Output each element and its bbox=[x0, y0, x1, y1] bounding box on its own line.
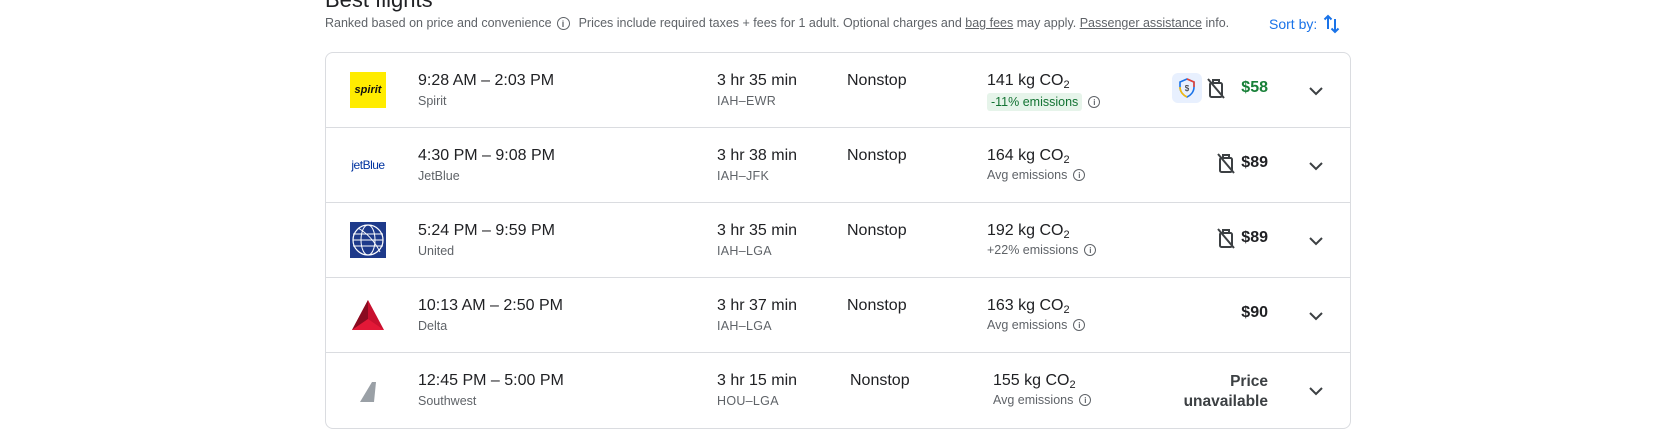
co2-amount: 141 kg CO2 bbox=[987, 72, 1070, 91]
flight-duration: 3 hr 35 min bbox=[717, 72, 798, 89]
flight-stops: Nonstop bbox=[847, 222, 907, 239]
no-carry-on-bag-icon bbox=[1207, 78, 1225, 99]
flight-times: 12:45 PM – 5:00 PM bbox=[418, 372, 564, 389]
co2-amount: 164 kg CO2 bbox=[987, 147, 1070, 166]
spirit-logo: spirit bbox=[350, 72, 386, 108]
flight-route: IAH–LGA bbox=[717, 319, 772, 333]
flight-duration: 3 hr 38 min bbox=[717, 147, 798, 164]
no-carry-on-bag-icon bbox=[1217, 153, 1235, 174]
flight-stops: Nonstop bbox=[847, 72, 907, 89]
may-apply-text: may apply. bbox=[1016, 16, 1077, 30]
flight-duration: 3 hr 37 min bbox=[717, 297, 798, 314]
sort-by-button[interactable]: Sort by: bbox=[1269, 14, 1341, 34]
emissions-label: Avg emissions i bbox=[987, 318, 1086, 332]
passenger-assistance-link[interactable]: Passenger assistance bbox=[1080, 16, 1202, 30]
emissions-label: Avg emissions i bbox=[993, 393, 1092, 407]
airline-name: JetBlue bbox=[418, 169, 460, 183]
flight-times: 4:30 PM – 9:08 PM bbox=[418, 147, 555, 164]
expand-chevron-icon[interactable] bbox=[1304, 229, 1328, 253]
flight-duration: 3 hr 15 min bbox=[717, 372, 798, 389]
no-carry-on-bag-icon bbox=[1217, 228, 1235, 249]
expand-chevron-icon[interactable] bbox=[1304, 304, 1328, 328]
sort-by-label: Sort by: bbox=[1269, 16, 1318, 32]
airline-name: Southwest bbox=[418, 394, 477, 408]
flight-row[interactable]: jetBlue 4:30 PM – 9:08 PM JetBlue 3 hr 3… bbox=[326, 128, 1350, 203]
info-icon[interactable]: i bbox=[1073, 169, 1086, 181]
flight-price: $58 bbox=[1241, 79, 1268, 96]
flight-times: 10:13 AM – 2:50 PM bbox=[418, 297, 563, 314]
expand-chevron-icon[interactable] bbox=[1304, 154, 1328, 178]
bag-fees-link[interactable]: bag fees bbox=[965, 16, 1013, 30]
expand-chevron-icon[interactable] bbox=[1304, 79, 1328, 103]
info-text: info. bbox=[1205, 16, 1230, 30]
airline-name: Spirit bbox=[418, 94, 447, 108]
flight-route: IAH–LGA bbox=[717, 244, 772, 258]
emissions-label: Avg emissions i bbox=[987, 168, 1086, 182]
delta-widget-logo bbox=[352, 300, 384, 330]
flight-times: 5:24 PM – 9:59 PM bbox=[418, 222, 555, 239]
co2-amount: 155 kg CO2 bbox=[993, 372, 1076, 391]
southwest-tail-logo bbox=[360, 382, 376, 402]
jetblue-logo: jetBlue bbox=[351, 158, 385, 172]
info-icon[interactable]: i bbox=[556, 16, 570, 30]
info-icon[interactable]: i bbox=[1084, 244, 1097, 256]
flight-price: $89 bbox=[1241, 154, 1268, 171]
flight-route: HOU–LGA bbox=[717, 394, 779, 408]
united-globe-logo bbox=[350, 222, 386, 258]
info-icon[interactable]: i bbox=[1079, 394, 1092, 406]
sort-icon bbox=[1324, 14, 1340, 34]
flight-stops: Nonstop bbox=[847, 297, 907, 314]
flight-price: $90 bbox=[1241, 304, 1268, 321]
price-unavailable: Price unavailable bbox=[1183, 373, 1268, 410]
svg-text:$: $ bbox=[1185, 84, 1190, 93]
ranked-text: Ranked based on price and convenience bbox=[325, 16, 552, 30]
co2-amount: 163 kg CO2 bbox=[987, 297, 1070, 316]
emissions-label: +22% emissions i bbox=[987, 243, 1097, 257]
prices-text: Prices include required taxes + fees for… bbox=[578, 16, 962, 30]
flight-stops: Nonstop bbox=[850, 372, 910, 389]
flight-row[interactable]: 12:45 PM – 5:00 PM Southwest 3 hr 15 min… bbox=[326, 353, 1350, 428]
expand-chevron-icon[interactable] bbox=[1304, 379, 1328, 403]
airline-name: United bbox=[418, 244, 455, 258]
flight-row[interactable]: 5:24 PM – 9:59 PM United 3 hr 35 min IAH… bbox=[326, 203, 1350, 278]
flight-list: spirit 9:28 AM – 2:03 PM Spirit 3 hr 35 … bbox=[325, 52, 1351, 429]
info-icon[interactable]: i bbox=[1088, 96, 1101, 108]
flight-row[interactable]: 10:13 AM – 2:50 PM Delta 3 hr 37 min IAH… bbox=[326, 278, 1350, 353]
price-guarantee-shield-icon[interactable]: $ bbox=[1172, 73, 1202, 103]
emissions-badge: -11% emissions i bbox=[987, 93, 1101, 111]
flight-times: 9:28 AM – 2:03 PM bbox=[418, 72, 555, 89]
flight-stops: Nonstop bbox=[847, 147, 907, 164]
flight-route: IAH–EWR bbox=[717, 94, 777, 108]
ranking-info: Ranked based on price and convenience i … bbox=[325, 16, 1229, 30]
flight-route: IAH–JFK bbox=[717, 169, 770, 183]
co2-amount: 192 kg CO2 bbox=[987, 222, 1070, 241]
flight-row[interactable]: spirit 9:28 AM – 2:03 PM Spirit 3 hr 35 … bbox=[326, 53, 1350, 128]
airline-name: Delta bbox=[418, 319, 448, 333]
flight-price: $89 bbox=[1241, 229, 1268, 246]
info-icon[interactable]: i bbox=[1073, 319, 1086, 331]
flight-duration: 3 hr 35 min bbox=[717, 222, 798, 239]
section-title: Best flights bbox=[325, 0, 433, 12]
